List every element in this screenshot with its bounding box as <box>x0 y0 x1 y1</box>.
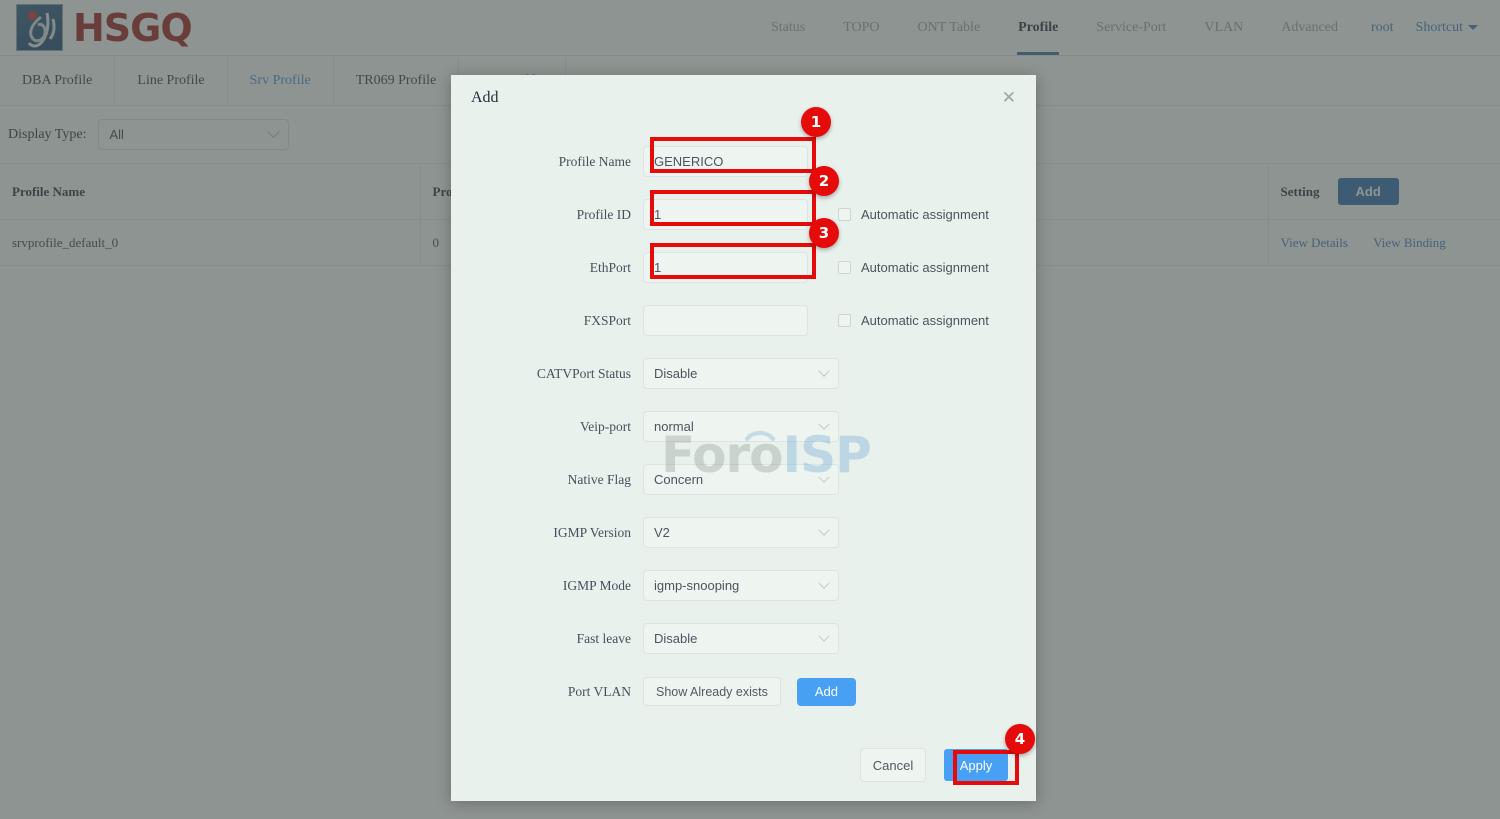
checkbox-icon[interactable] <box>838 261 851 274</box>
annotation-badge-1: 1 <box>801 107 831 137</box>
dialog-header: Add ✕ <box>451 75 1036 121</box>
ethport-label: EthPort <box>589 259 631 275</box>
apply-button[interactable]: Apply <box>944 749 1008 781</box>
add-srv-profile-dialog: Add ✕ ForoISP Profile Name GENERICO Prof… <box>451 75 1036 801</box>
igmp-version-value: V2 <box>654 525 670 540</box>
ethport-control: 1 <box>643 252 808 283</box>
ethport-auto-assign[interactable]: Automatic assignment <box>838 260 989 275</box>
profile-id-auto-assign[interactable]: Automatic assignment <box>838 207 989 222</box>
profile-id-control: 1 <box>643 199 808 230</box>
igmp-mode-label: IGMP Mode <box>562 577 631 593</box>
field-row-catvport-status: CATVPort Status Disable <box>451 347 1036 400</box>
cancel-button[interactable]: Cancel <box>860 748 926 782</box>
annotation-badge-4: 4 <box>1005 724 1035 754</box>
chevron-down-icon <box>818 471 830 483</box>
profile-id-auto-label: Automatic assignment <box>861 207 989 222</box>
chevron-down-icon <box>818 524 830 536</box>
field-row-port-vlan: Port VLAN Show Already exists Add <box>451 665 1036 718</box>
native-flag-label: Native Flag <box>567 471 631 487</box>
port-vlan-add-button[interactable]: Add <box>796 677 856 706</box>
field-row-igmp-mode: IGMP Mode igmp-snooping <box>451 559 1036 612</box>
veip-port-select[interactable]: normal <box>643 411 839 442</box>
field-row-igmp-version: IGMP Version V2 <box>451 506 1036 559</box>
fxsport-auto-label: Automatic assignment <box>861 313 989 328</box>
profile-id-label: Profile ID <box>576 206 631 222</box>
igmp-version-select[interactable]: V2 <box>643 517 839 548</box>
dialog-body: ForoISP Profile Name GENERICO Profile ID… <box>451 121 1036 718</box>
catvport-status-label: CATVPort Status <box>536 365 631 381</box>
native-flag-select[interactable]: Concern <box>643 464 839 495</box>
fast-leave-value: Disable <box>654 631 698 646</box>
ethport-auto-label: Automatic assignment <box>861 260 989 275</box>
field-row-veip-port: Veip-port normal <box>451 400 1036 453</box>
field-row-profile-id: Profile ID 1 Automatic assignment <box>451 188 1036 241</box>
port-vlan-show-exists-button[interactable]: Show Already exists <box>643 677 781 706</box>
annotation-badge-2: 2 <box>809 166 839 196</box>
native-flag-value: Concern <box>654 472 704 487</box>
veip-port-label: Veip-port <box>580 418 631 434</box>
profile-id-input[interactable]: 1 <box>643 199 808 230</box>
igmp-mode-select[interactable]: igmp-snooping <box>643 570 839 601</box>
chevron-down-icon <box>818 365 830 377</box>
checkbox-icon[interactable] <box>838 314 851 327</box>
port-vlan-label: Port VLAN <box>567 683 631 699</box>
field-row-fxsport: FXSPort Automatic assignment <box>451 294 1036 347</box>
annotation-badge-3: 3 <box>809 218 839 248</box>
chevron-down-icon <box>818 630 830 642</box>
igmp-mode-value: igmp-snooping <box>654 578 740 593</box>
catvport-status-select[interactable]: Disable <box>643 358 839 389</box>
field-row-native-flag: Native Flag Concern <box>451 453 1036 506</box>
profile-name-input[interactable]: GENERICO <box>643 146 808 177</box>
fxsport-auto-assign[interactable]: Automatic assignment <box>838 313 989 328</box>
catvport-status-value: Disable <box>654 366 698 381</box>
profile-name-label: Profile Name <box>558 153 631 169</box>
igmp-version-label: IGMP Version <box>553 524 631 540</box>
dialog-footer: Cancel Apply <box>451 729 1036 801</box>
field-row-profile-name: Profile Name GENERICO <box>451 135 1036 188</box>
field-row-ethport: EthPort 1 Automatic assignment <box>451 241 1036 294</box>
field-row-fast-leave: Fast leave Disable <box>451 612 1036 665</box>
ethport-input[interactable]: 1 <box>643 252 808 283</box>
veip-port-value: normal <box>654 419 694 434</box>
fxsport-label: FXSPort <box>583 312 631 328</box>
fxsport-input[interactable] <box>643 305 808 336</box>
fast-leave-label: Fast leave <box>576 630 631 646</box>
fast-leave-select[interactable]: Disable <box>643 623 839 654</box>
dialog-title: Add <box>471 89 499 106</box>
profile-name-control: GENERICO <box>643 146 808 177</box>
close-icon[interactable]: ✕ <box>1002 89 1016 107</box>
chevron-down-icon <box>818 418 830 430</box>
fxsport-control <box>643 305 808 336</box>
chevron-down-icon <box>818 577 830 589</box>
checkbox-icon[interactable] <box>838 208 851 221</box>
